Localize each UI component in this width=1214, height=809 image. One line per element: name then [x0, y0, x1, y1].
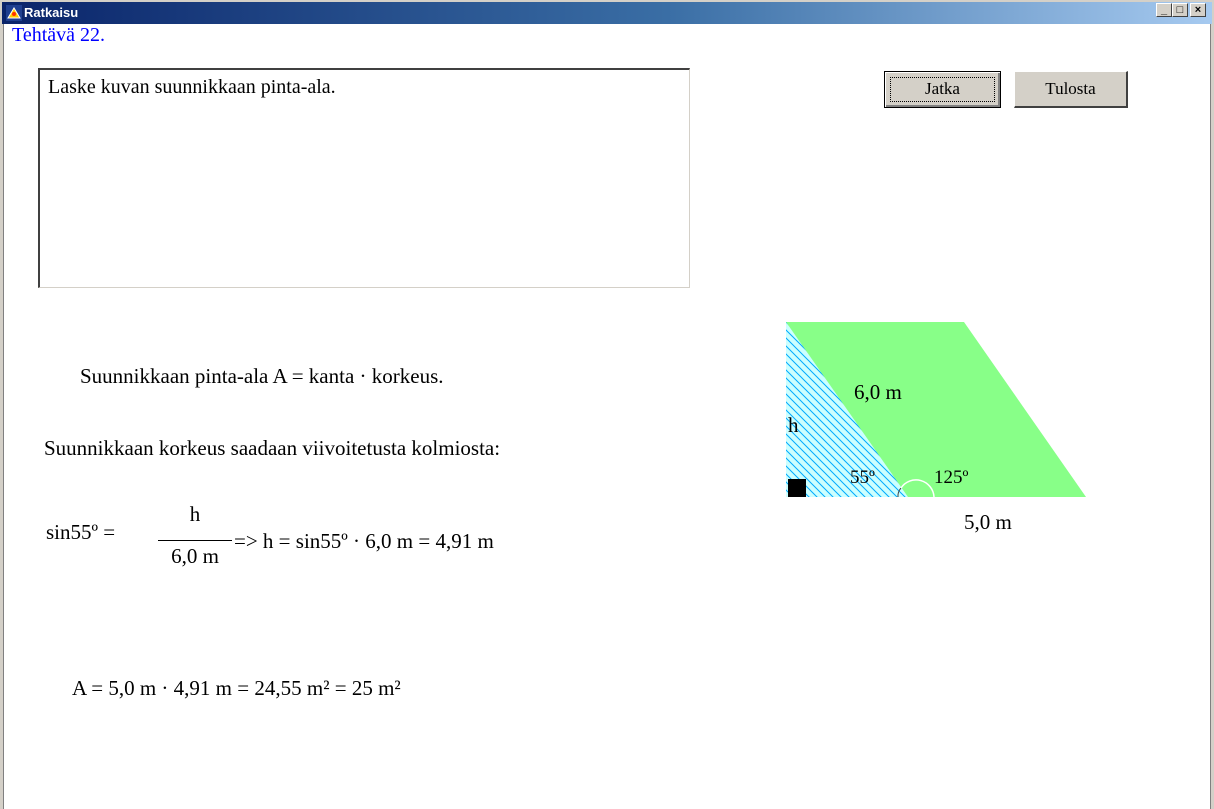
sine-formula: sin55º = h 6,0 m => h = sin55º · 6,0 m =…: [38, 502, 658, 582]
acute-angle-label: 55º: [850, 467, 875, 488]
fraction-denominator: 6,0 m: [171, 544, 219, 568]
window-title: Ratkaisu: [24, 5, 79, 20]
question-text: Laske kuvan suunnikkaan pinta-ala.: [48, 76, 336, 98]
print-button[interactable]: Tulosta: [1014, 71, 1128, 108]
formula-lhs: sin55º =: [46, 520, 116, 544]
window-frame-left: [0, 0, 4, 809]
height-explanation-text: Suunnikkaan korkeus saadaan viivoitetust…: [44, 436, 501, 460]
parallelogram-svg: [786, 322, 1086, 498]
area-definition-text: Suunnikkaan pinta-ala A = kanta · korkeu…: [80, 364, 444, 388]
height-label: h: [788, 413, 799, 437]
side-length-label: 6,0 m: [854, 380, 902, 404]
right-angle-marker: [788, 479, 806, 497]
minimize-button[interactable]: _: [1156, 3, 1172, 17]
window-frame-right: [1210, 0, 1214, 809]
obtuse-angle-label: 125º: [934, 467, 969, 488]
app-icon: [6, 5, 22, 21]
area-result-text: A = 5,0 m · 4,91 m = 24,55 m² = 25 m²: [72, 676, 401, 700]
title-bar[interactable]: Ratkaisu: [0, 0, 1214, 24]
print-button-label: Tulosta: [1045, 79, 1096, 98]
maximize-button[interactable]: □: [1172, 3, 1188, 17]
continue-button-label: Jatka: [925, 79, 960, 98]
close-button[interactable]: ×: [1190, 3, 1206, 17]
task-title: Tehtävä 22.: [12, 24, 106, 46]
continue-button[interactable]: Jatka: [884, 71, 1001, 108]
question-textbox[interactable]: Laske kuvan suunnikkaan pinta-ala.: [38, 68, 690, 288]
formula-rhs: => h = sin55º · 6,0 m = 4,91 m: [234, 529, 494, 553]
parallelogram-figure: 6,0 m h 55º 125º 5,0 m: [786, 322, 1096, 557]
fraction-numerator: h: [189, 502, 201, 526]
base-length-label: 5,0 m: [964, 510, 1012, 534]
fraction-bar: [158, 540, 232, 541]
